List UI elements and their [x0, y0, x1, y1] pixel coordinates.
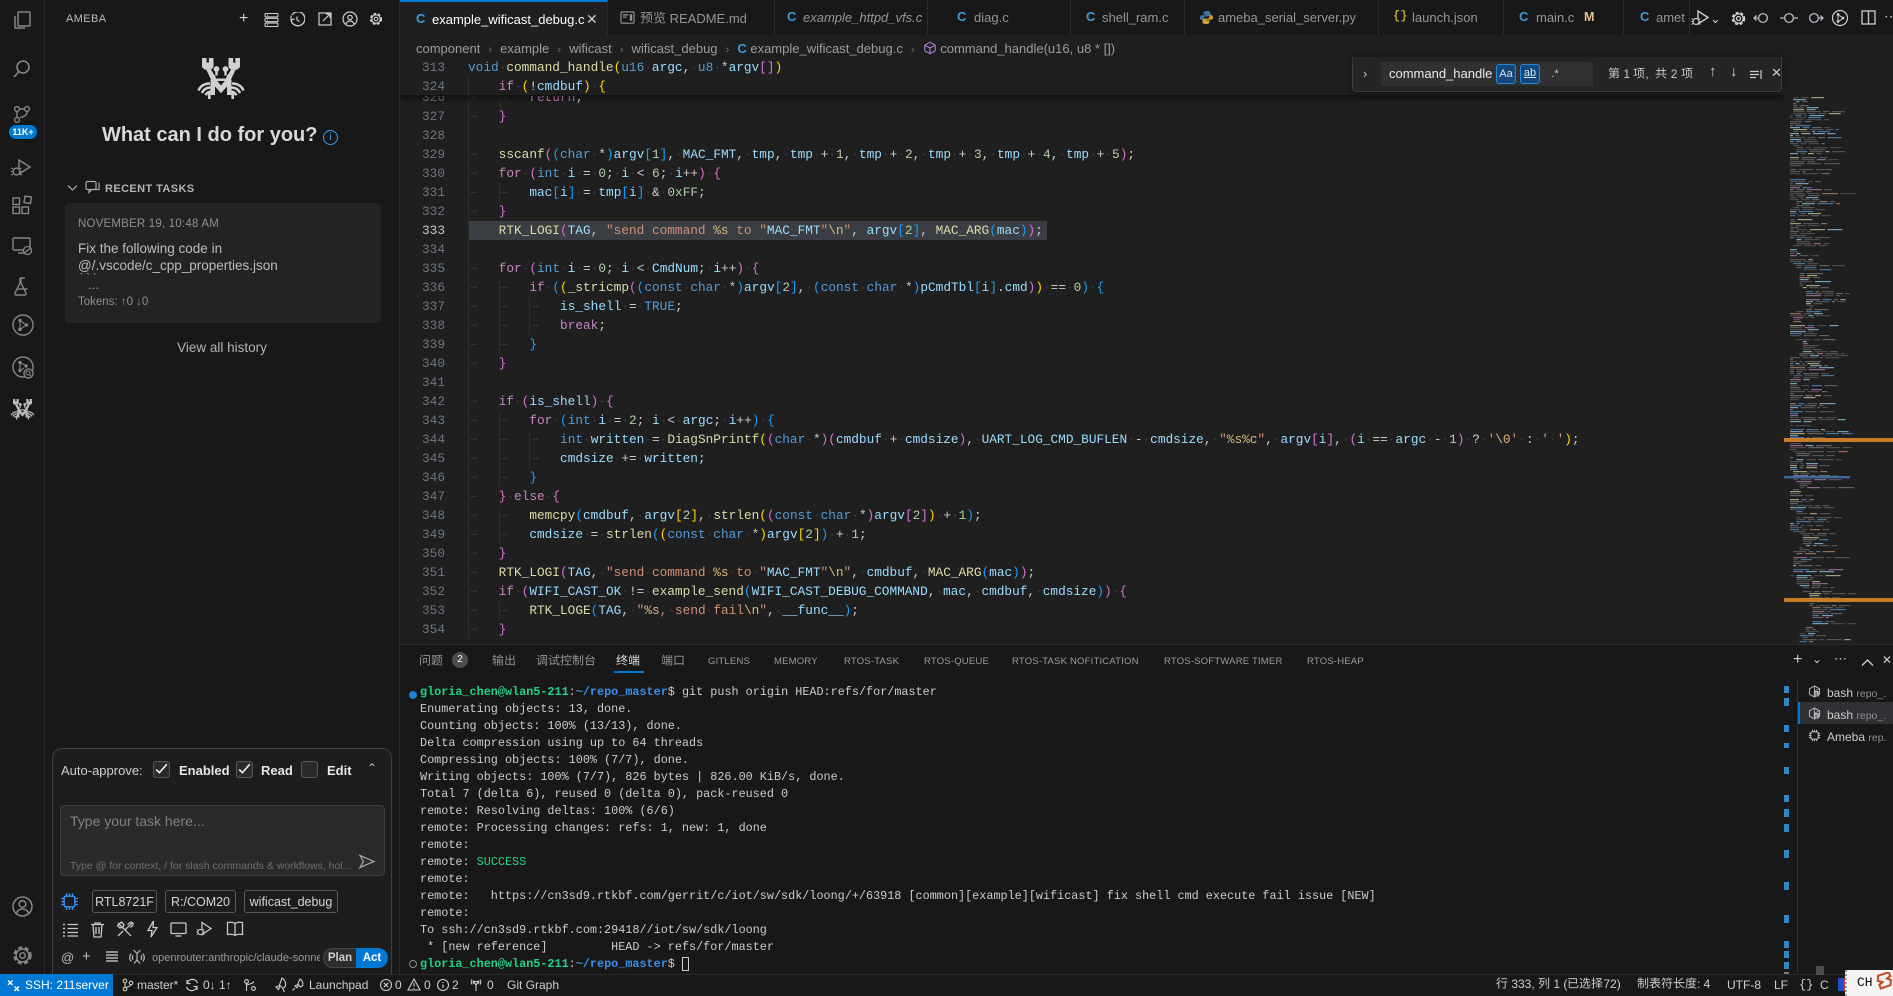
svg-text:$: $: [1815, 691, 1818, 697]
svg-text:$: $: [1815, 713, 1818, 719]
